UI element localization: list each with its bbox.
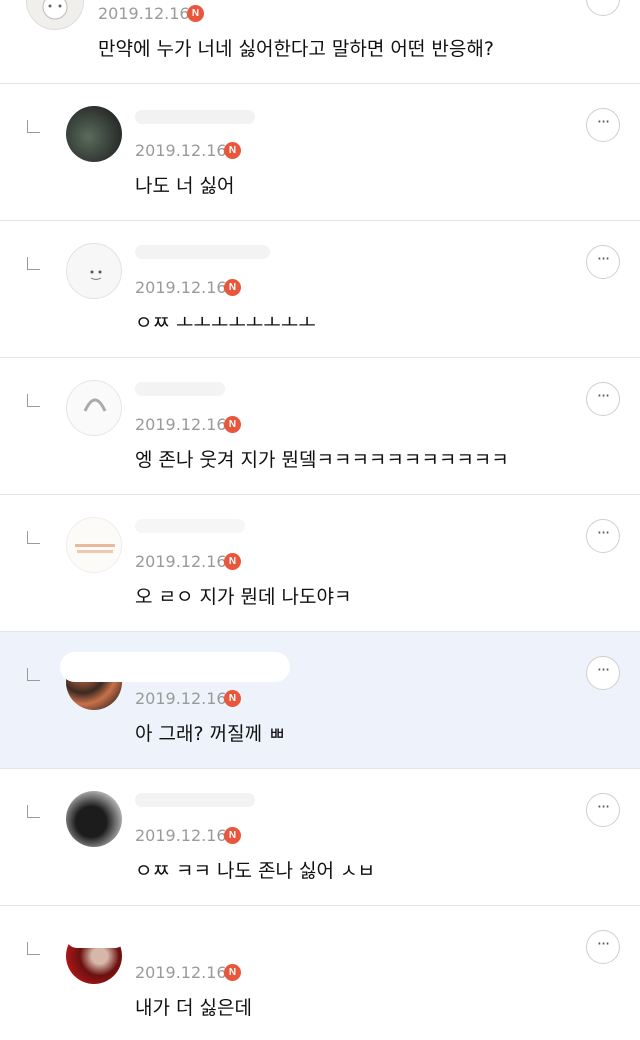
new-badge-icon: N [224,690,241,707]
reply-item: 2019.12.16 N ㅇㅉ ㅋㅋ 나도 존나 싫어 ㅅㅂ ··· [0,769,640,906]
comment-date: 2019.12.16 [135,141,227,160]
avatar[interactable] [66,791,122,847]
comment-date: 2019.12.16 [135,826,227,845]
nickname-redacted [60,652,290,682]
nickname-redacted [135,245,270,259]
comment-text: 오 ㄹㅇ 지가 뭔데 나도야ㅋ [135,586,352,608]
nickname-redacted [66,926,126,948]
reply-arrow-icon [27,120,40,133]
more-options-button[interactable]: ··· [586,793,620,827]
comment-text: 엥 존나 웃겨 지가 뭔뎈ㅋㅋㅋㅋㅋㅋㅋㅋㅋㅋㅋ [135,449,509,471]
avatar[interactable] [66,380,122,436]
avatar[interactable] [66,517,122,573]
comment-date: 2019.12.16 [135,415,227,434]
nickname-redacted [135,519,245,533]
comment-text: 내가 더 싫은데 [135,997,252,1019]
new-badge-icon: N [224,279,241,296]
more-options-button[interactable]: ··· [586,108,620,142]
comment-date: 2019.12.16 [98,4,190,23]
reply-item: 2019.12.16 N 나도 너 싫어 ··· [0,84,640,221]
comment-date: 2019.12.16 [135,963,227,982]
new-badge-icon: N [224,553,241,570]
reply-item: 2019.12.16 N 오 ㄹㅇ 지가 뭔데 나도야ㅋ ··· [0,495,640,632]
new-badge-icon: N [224,964,241,981]
reply-arrow-icon [27,257,40,270]
comment-item: 2019.12.16 N 만약에 누가 너네 싫어한다고 말하면 어떤 반응해?… [0,0,640,84]
comment-text: 나도 너 싫어 [135,175,235,197]
reply-item-highlighted: 2019.12.16 N 아 그래? 꺼질께 ㅃ ··· [0,632,640,769]
reply-item: 2019.12.16 N 엥 존나 웃겨 지가 뭔뎈ㅋㅋㅋㅋㅋㅋㅋㅋㅋㅋㅋ ··… [0,358,640,495]
reply-arrow-icon [27,805,40,818]
more-options-button[interactable]: ··· [586,656,620,690]
comment-text: ㅇㅉ ㅗㅗㅗㅗㅗㅗㅗㅗ [135,312,316,334]
comment-list: 2019.12.16 N 만약에 누가 너네 싫어한다고 말하면 어떤 반응해?… [0,0,640,1040]
new-badge-icon: N [224,142,241,159]
nickname-redacted [135,110,255,124]
more-options-button[interactable]: ··· [586,382,620,416]
comment-text: 아 그래? 꺼질께 ㅃ [135,723,286,745]
new-badge-icon: N [187,5,204,22]
nickname-redacted [135,382,225,396]
avatar[interactable] [66,106,122,162]
more-options-button[interactable]: ··· [586,0,620,16]
comment-text: 만약에 누가 너네 싫어한다고 말하면 어떤 반응해? [98,38,494,60]
more-options-button[interactable]: ··· [586,245,620,279]
reply-arrow-icon [27,942,40,955]
reply-arrow-icon [27,394,40,407]
reply-item: 2019.12.16 N ㅇㅉ ㅗㅗㅗㅗㅗㅗㅗㅗ ··· [0,221,640,358]
comment-text: ㅇㅉ ㅋㅋ 나도 존나 싫어 ㅅㅂ [135,860,375,882]
reply-arrow-icon [27,668,40,681]
comment-date: 2019.12.16 [135,552,227,571]
new-badge-icon: N [224,827,241,844]
comment-date: 2019.12.16 [135,689,227,708]
avatar[interactable] [66,243,122,299]
reply-arrow-icon [27,531,40,544]
comment-date: 2019.12.16 [135,278,227,297]
reply-item: 2019.12.16 N 내가 더 싫은데 ··· [0,906,640,1040]
avatar[interactable] [26,0,84,30]
more-options-button[interactable]: ··· [586,519,620,553]
nickname-redacted [135,793,255,807]
new-badge-icon: N [224,416,241,433]
more-options-button[interactable]: ··· [586,930,620,964]
